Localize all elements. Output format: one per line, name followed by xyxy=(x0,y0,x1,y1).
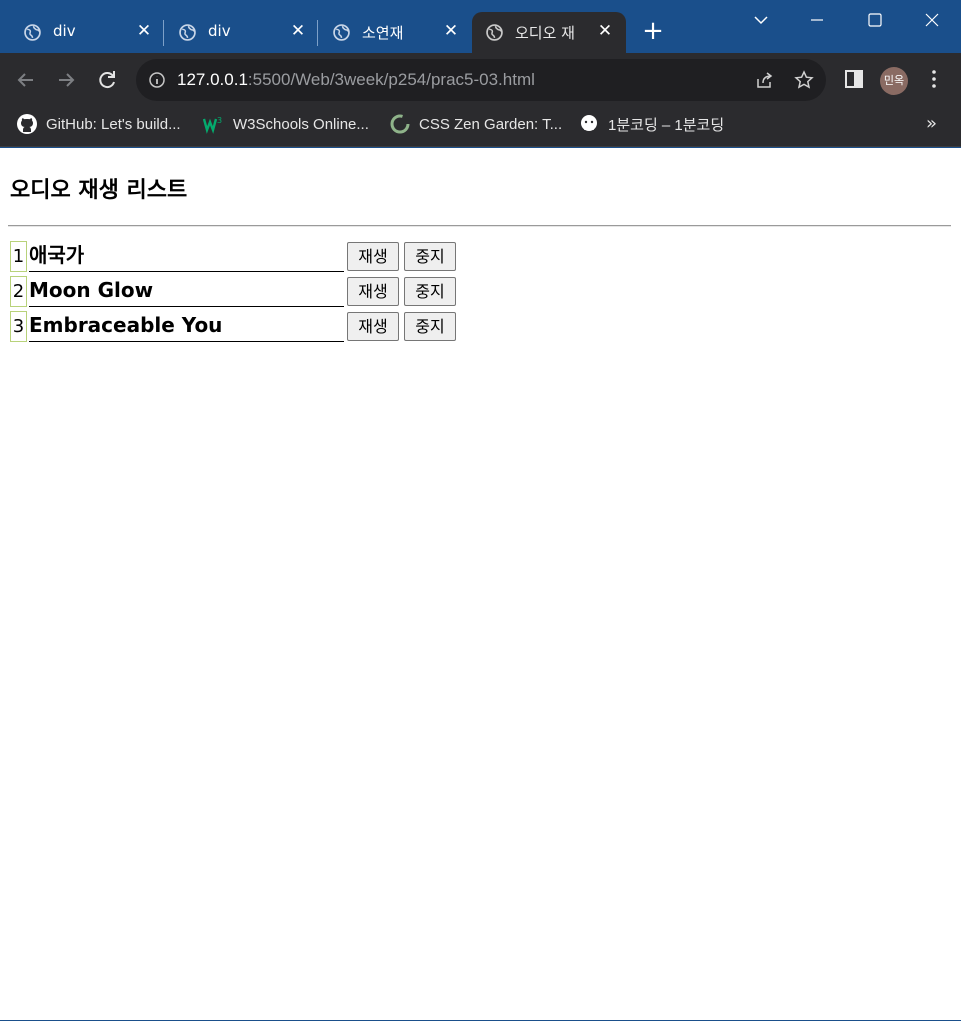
globe-icon xyxy=(486,24,503,41)
close-tab-icon[interactable]: ✕ xyxy=(288,21,308,41)
site-info-icon[interactable] xyxy=(148,71,166,89)
track-name: 애국가 xyxy=(29,241,344,272)
track-number: 2 xyxy=(10,276,27,307)
maximize-icon[interactable] xyxy=(861,6,889,34)
horizontal-rule xyxy=(8,225,951,227)
csszengarden-icon xyxy=(390,114,410,134)
bookmark-label: 1분코딩 – 1분코딩 xyxy=(608,116,725,134)
globe-icon xyxy=(24,24,41,41)
track-name: Embraceable You xyxy=(29,311,344,342)
track-number: 1 xyxy=(10,241,27,272)
browser-toolbar: 127.0.0.1:5500/Web/3week/p254/prac5-03.h… xyxy=(0,53,961,107)
stop-button[interactable]: 중지 xyxy=(404,312,456,341)
forward-arrow-icon[interactable] xyxy=(52,66,80,94)
share-icon[interactable] xyxy=(754,70,774,90)
url-path: :5500/Web/3week/p254/prac5-03.html xyxy=(247,70,535,89)
stop-button[interactable]: 중지 xyxy=(404,277,456,306)
bookmark-label: CSS Zen Garden: T... xyxy=(419,115,563,133)
browser-tab-active[interactable]: 오디오 재 ✕ xyxy=(472,12,626,53)
bookmarks-bar: GitHub: Let's build... 3 W3Schools Onlin… xyxy=(0,107,961,147)
tab-search-icon[interactable] xyxy=(747,6,775,34)
new-tab-button[interactable]: + xyxy=(641,18,665,44)
tab-title: 소연재 xyxy=(362,24,404,42)
url-host: 127.0.0.1 xyxy=(177,70,248,89)
profile-avatar[interactable]: 민옥 xyxy=(880,67,908,95)
bookmark-csszengarden[interactable]: CSS Zen Garden: T... xyxy=(389,107,562,141)
tab-title: div xyxy=(53,22,76,40)
page-viewport: 오디오 재생 리스트 1 애국가 재생 중지 2 Moon Glow 재생 중지… xyxy=(0,148,961,1020)
1bun-coding-icon xyxy=(581,115,597,131)
stop-button[interactable]: 중지 xyxy=(404,242,456,271)
w3schools-icon: 3 xyxy=(203,116,222,134)
track-number: 3 xyxy=(10,311,27,342)
play-button[interactable]: 재생 xyxy=(347,277,399,306)
svg-text:3: 3 xyxy=(217,116,222,125)
play-button[interactable]: 재생 xyxy=(347,312,399,341)
more-menu-icon[interactable] xyxy=(923,68,945,90)
minimize-icon[interactable] xyxy=(803,6,831,34)
track-name: Moon Glow xyxy=(29,276,344,307)
globe-icon xyxy=(333,24,350,41)
tab-title: 오디오 재 xyxy=(515,24,575,42)
close-tab-icon[interactable]: ✕ xyxy=(441,21,461,41)
back-arrow-icon[interactable] xyxy=(12,66,40,94)
bookmark-label: W3Schools Online... xyxy=(233,115,369,133)
close-window-icon[interactable] xyxy=(918,6,946,34)
bookmark-w3schools[interactable]: 3 W3Schools Online... xyxy=(203,107,369,141)
bookmark-star-icon[interactable] xyxy=(794,70,814,90)
page-title: 오디오 재생 리스트 xyxy=(10,178,188,203)
close-tab-icon[interactable]: ✕ xyxy=(134,21,154,41)
github-icon xyxy=(17,114,37,134)
tab-title: div xyxy=(208,22,231,40)
bookmark-label: GitHub: Let's build... xyxy=(46,115,181,133)
browser-tab[interactable]: div ✕ xyxy=(0,12,163,53)
globe-icon xyxy=(179,24,196,41)
tab-strip: div ✕ div ✕ 소연재 ✕ 오디오 재 ✕ + xyxy=(0,0,961,53)
reload-icon[interactable] xyxy=(93,66,121,94)
bookmarks-overflow-button[interactable]: » xyxy=(926,113,937,134)
bookmark-1bun-coding[interactable]: 1분코딩 – 1분코딩 xyxy=(578,107,724,141)
url-text[interactable]: 127.0.0.1:5500/Web/3week/p254/prac5-03.h… xyxy=(177,70,535,90)
close-tab-icon[interactable]: ✕ xyxy=(595,21,615,41)
side-panel-icon[interactable] xyxy=(843,68,865,90)
bookmark-github[interactable]: GitHub: Let's build... xyxy=(16,107,181,141)
browser-tab[interactable]: 소연재 ✕ xyxy=(309,12,472,53)
address-bar[interactable]: 127.0.0.1:5500/Web/3week/p254/prac5-03.h… xyxy=(136,59,826,101)
browser-tab[interactable]: div ✕ xyxy=(155,12,318,53)
play-button[interactable]: 재생 xyxy=(347,242,399,271)
